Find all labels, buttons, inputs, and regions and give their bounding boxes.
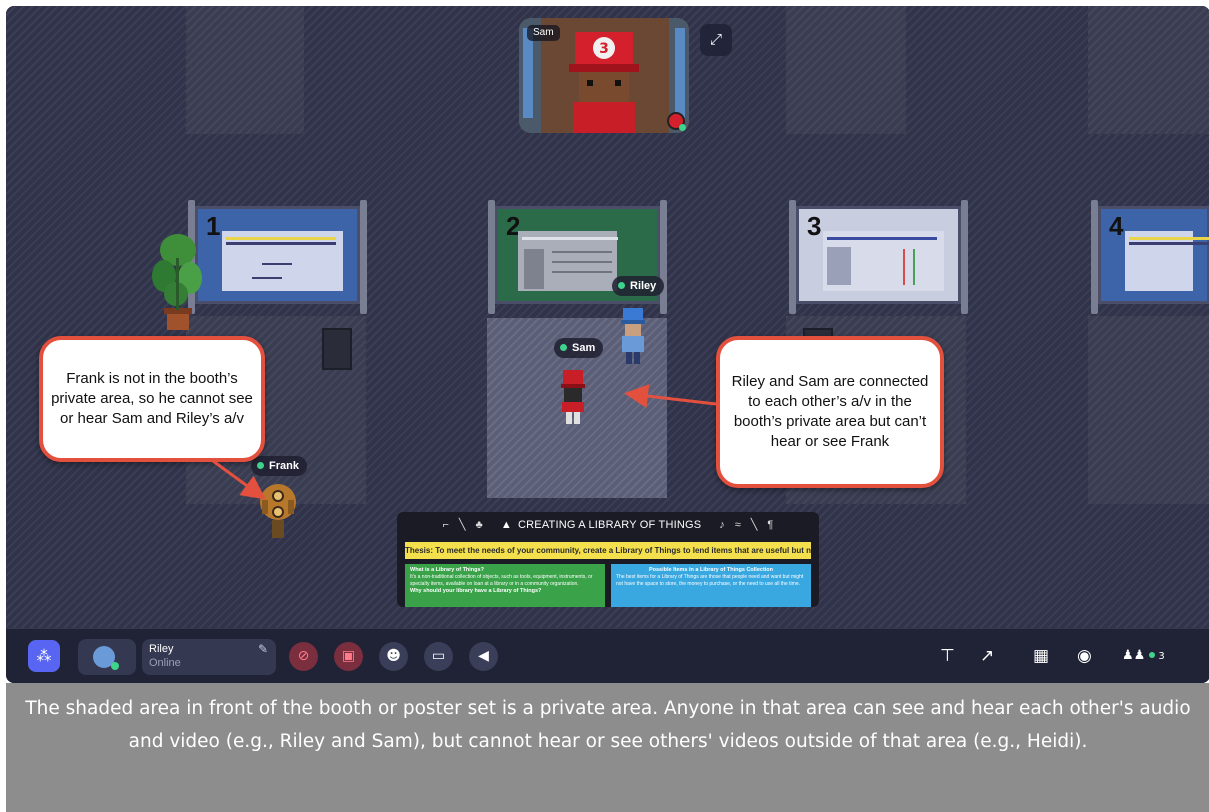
user-avatar[interactable]	[78, 639, 136, 675]
edit-icon[interactable]: ✎	[258, 642, 268, 656]
poster-column-right: Possible Items in a Library of Things Co…	[611, 564, 811, 607]
emoji-icon[interactable]: ☻	[379, 642, 408, 671]
caption: The shaded area in front of the booth or…	[6, 683, 1209, 812]
bottom-toolbar: ⁂ Riley Online ✎ ⊘ ▣ ☻ ▭ ◀ ⊤ ↗ ▦ ◉ ♟♟ 3	[6, 628, 1209, 683]
poster-title: ⌐ ╲ ♣ ▲ CREATING A LIBRARY OF THINGS ♪ ≈ ╲ …	[397, 518, 819, 531]
app-window: 1 2 3 4 3 Sam ⤢ Riley Sam Frank Frank is…	[6, 6, 1209, 683]
online-dot	[111, 662, 119, 670]
tool-icons-left: ⌐ ╲ ♣	[442, 519, 483, 531]
user-status-card[interactable]: Riley Online ✎	[142, 639, 276, 675]
calendar-icon[interactable]: ▦	[1033, 645, 1049, 667]
participants-icon: ♟♟	[1122, 648, 1146, 663]
poster-thesis: Thesis: To meet the needs of your commun…	[405, 542, 811, 559]
poster-body: It's a non-traditional collection of obj…	[410, 574, 593, 587]
warning-icon: ▲	[500, 519, 513, 531]
megaphone-icon[interactable]: ◀	[469, 642, 498, 671]
poster-heading: What is a Library of Things?	[410, 567, 484, 573]
poster-column-left: What is a Library of Things? It's a non-…	[405, 564, 605, 607]
user-name: Riley	[149, 643, 174, 655]
mic-off-icon[interactable]: ⊘	[289, 642, 318, 671]
poster-title-text: CREATING A LIBRARY OF THINGS	[518, 519, 702, 531]
game-map[interactable]: 1 2 3 4 3 Sam ⤢ Riley Sam Frank Frank is…	[6, 6, 1209, 628]
participant-count: 3	[1158, 651, 1165, 662]
user-status: Online	[149, 657, 181, 669]
screen-share-icon[interactable]: ▭	[424, 642, 453, 671]
poster-body: The best items for a Library of Things a…	[616, 574, 804, 587]
poster-heading: Why should your library have a Library o…	[410, 588, 542, 594]
network-icon[interactable]: ⁂	[28, 640, 60, 672]
podium-icon[interactable]: ⊤	[940, 645, 955, 667]
poster-heading: Possible Items in a Library of Things Co…	[648, 567, 774, 573]
camera-off-icon[interactable]: ▣	[334, 642, 363, 671]
tool-icons-right: ♪ ≈ ╲ ¶	[719, 519, 774, 531]
chat-icon[interactable]: ◉	[1077, 645, 1092, 667]
build-icon[interactable]: ↗	[980, 645, 994, 667]
participants-button[interactable]: ♟♟ 3	[1122, 645, 1165, 667]
poster-preview[interactable]: ⌐ ╲ ♣ ▲ CREATING A LIBRARY OF THINGS ♪ ≈ ╲ …	[397, 512, 819, 607]
online-dot	[1149, 652, 1156, 658]
